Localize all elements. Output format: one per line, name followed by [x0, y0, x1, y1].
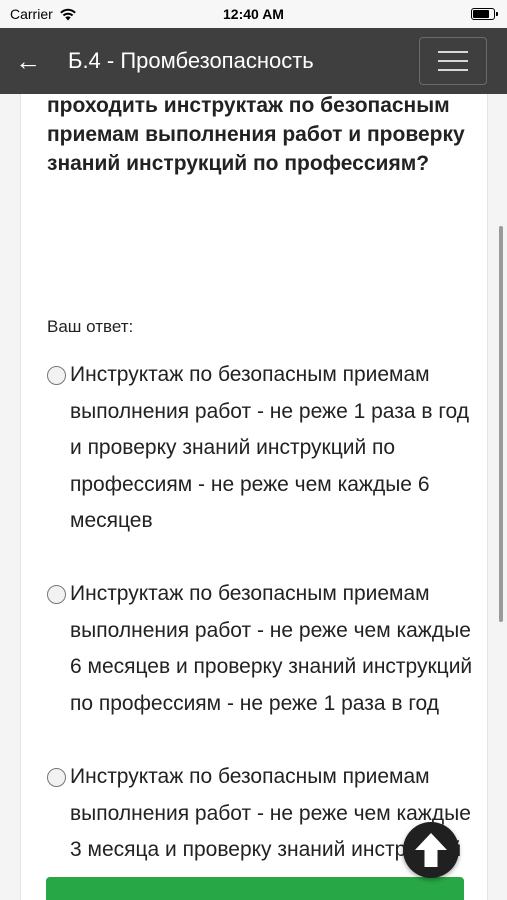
- status-bar: Carrier 12:40 AM: [0, 0, 507, 28]
- submit-button[interactable]: [46, 877, 464, 900]
- wifi-icon: [59, 8, 76, 20]
- scrollbar[interactable]: [499, 226, 503, 622]
- arrow-up-icon: [415, 833, 447, 867]
- radio-button[interactable]: [47, 768, 66, 787]
- carrier-label: Carrier: [10, 6, 53, 22]
- hamburger-menu-icon: [438, 51, 468, 53]
- question-card: проходить инструктаж по безопасным прием…: [20, 94, 488, 900]
- radio-button[interactable]: [47, 366, 66, 385]
- scroll-top-button[interactable]: [403, 822, 459, 878]
- back-button[interactable]: ←: [0, 28, 56, 94]
- status-left: Carrier: [10, 6, 77, 22]
- page-title: Б.4 - Промбезопасность: [68, 48, 314, 73]
- answer-option-label: Инструктаж по безопасным приемам выполне…: [70, 363, 470, 532]
- question-text: проходить инструктаж по безопасным прием…: [47, 94, 465, 175]
- answer-option-label: Инструктаж по безопасным приемам выполне…: [70, 582, 473, 715]
- answer-option[interactable]: Инструктаж по безопасным приемам выполне…: [47, 357, 477, 540]
- content-area: проходить инструктаж по безопасным прием…: [0, 94, 507, 900]
- answer-label: Ваш ответ:: [47, 317, 134, 336]
- answer-option[interactable]: Инструктаж по безопасным приемам выполне…: [47, 576, 477, 722]
- radio-button[interactable]: [47, 585, 66, 604]
- battery-icon: [471, 8, 498, 20]
- app-header: ← Б.4 - Промбезопасность: [0, 28, 507, 94]
- menu-button[interactable]: [419, 37, 487, 85]
- arrow-left-icon: ←: [15, 45, 41, 76]
